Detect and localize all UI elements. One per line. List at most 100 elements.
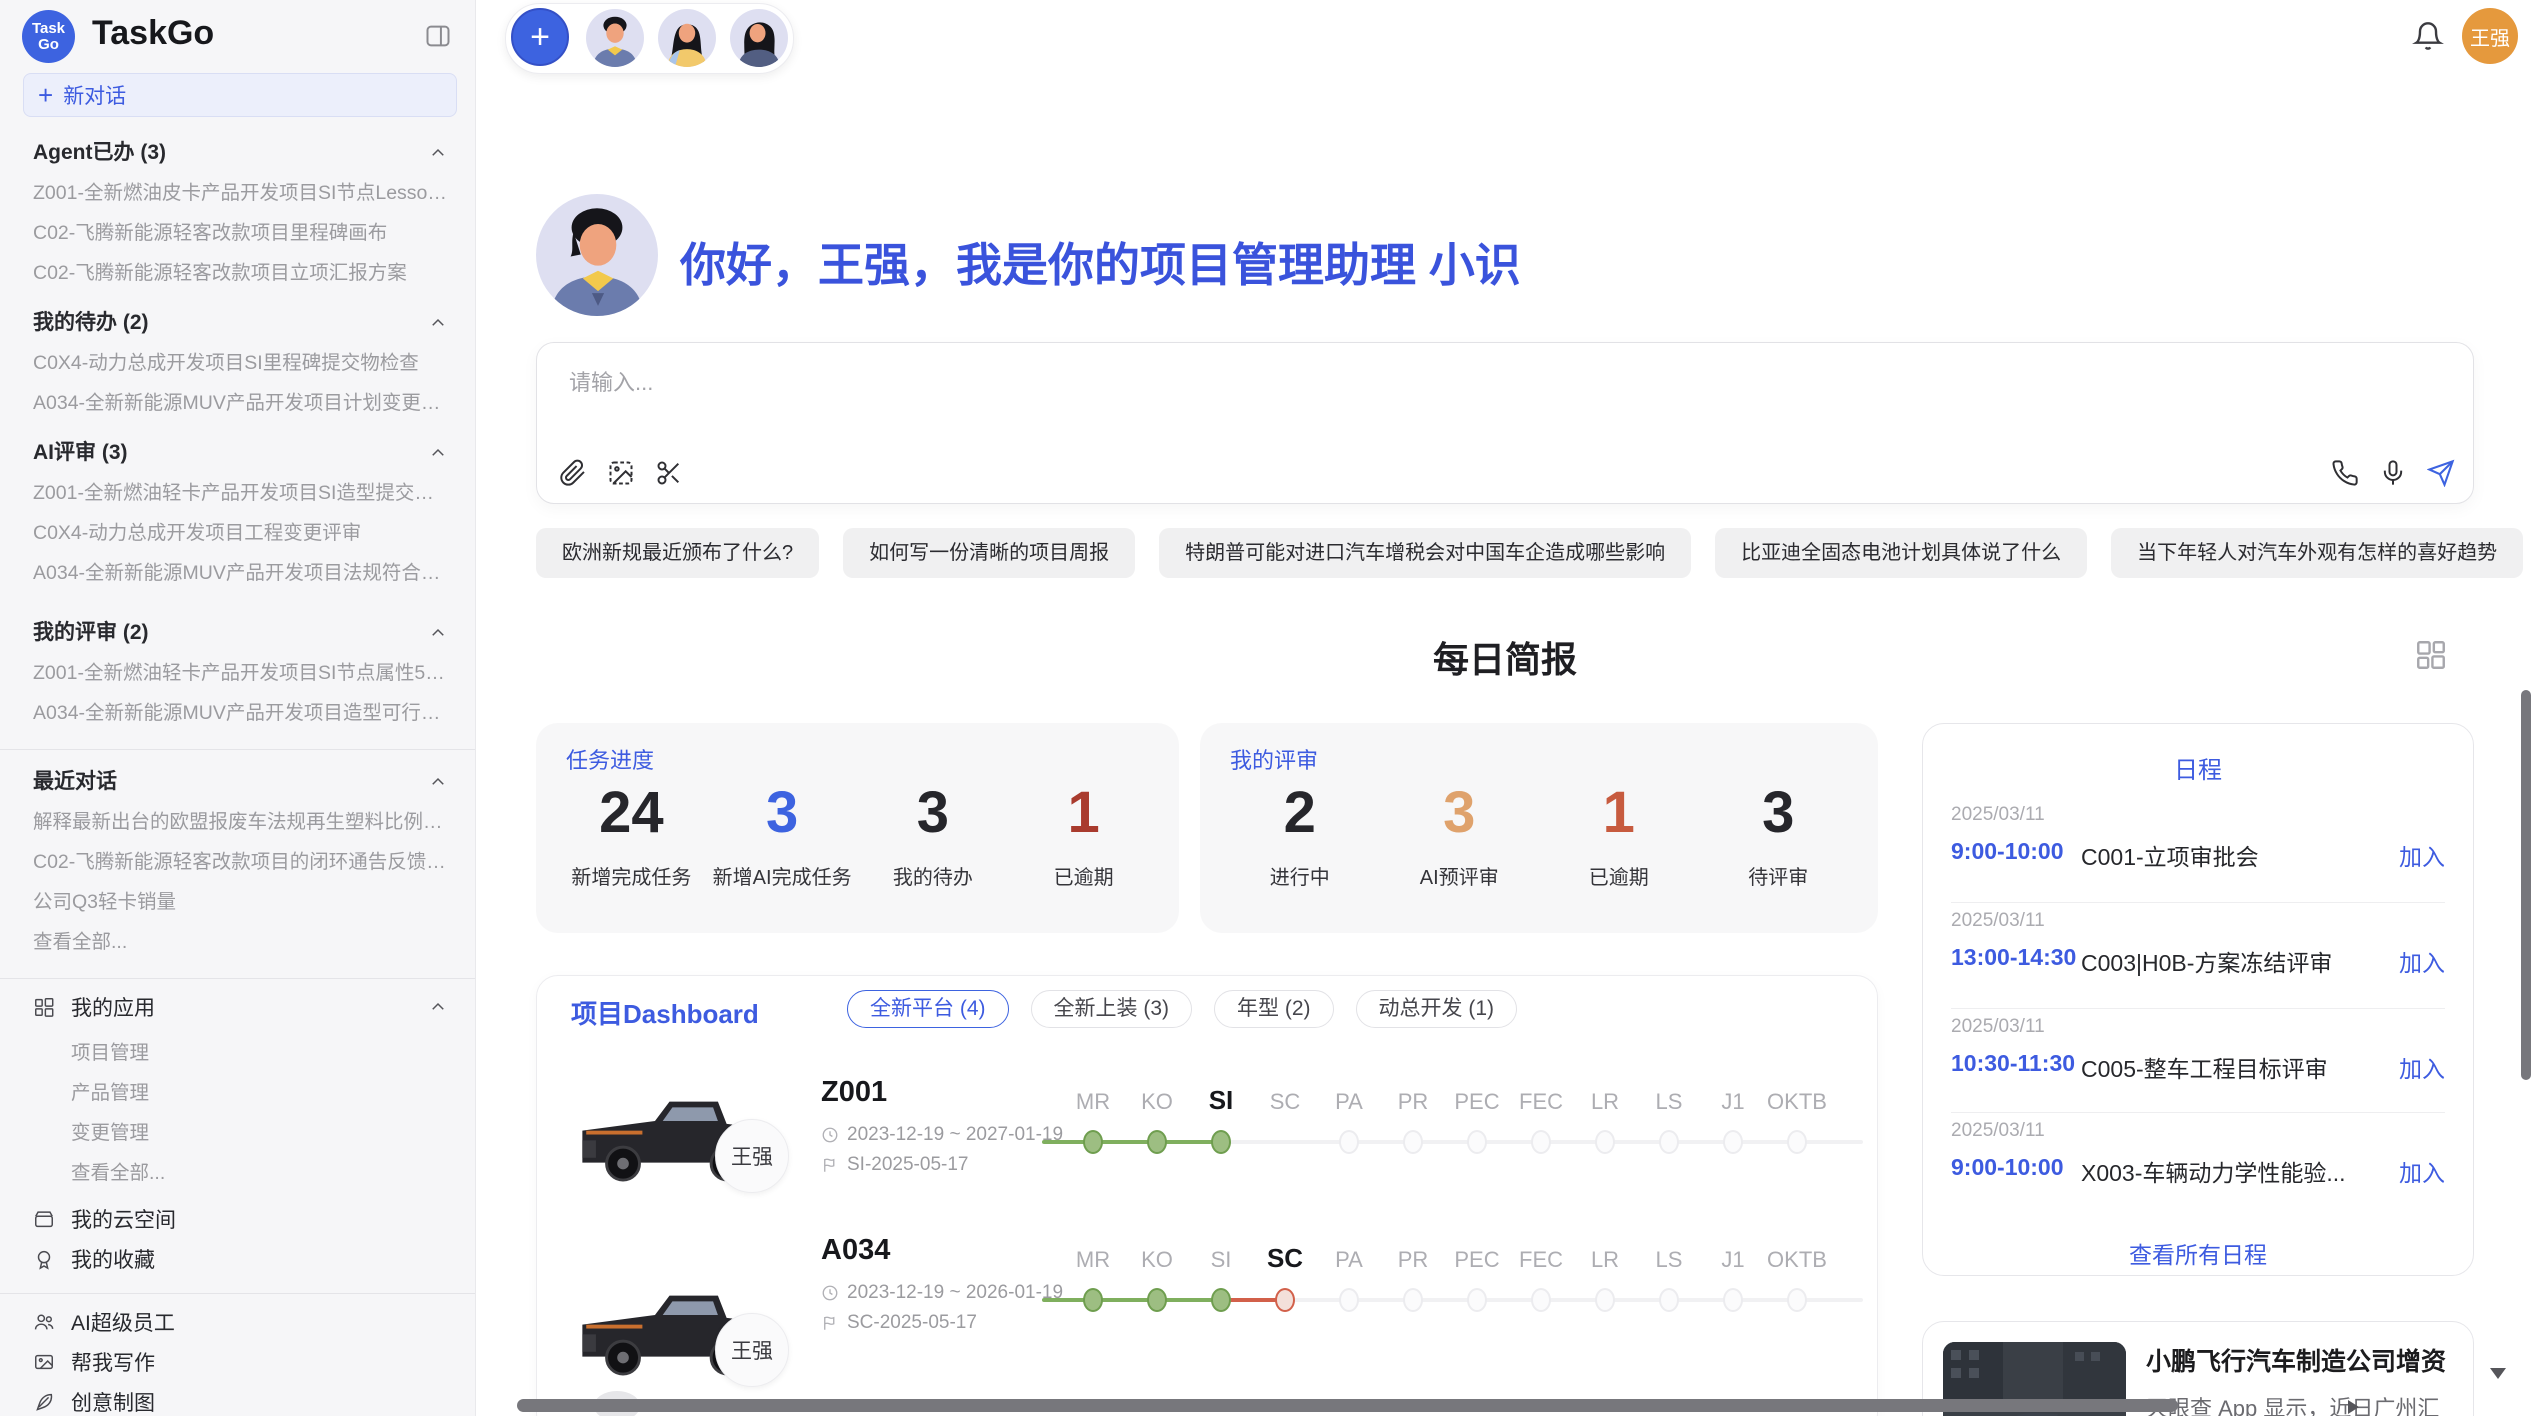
microphone-icon[interactable] bbox=[2379, 459, 2407, 487]
sidebar-item-creative-draw[interactable]: 创意制图 bbox=[0, 1382, 475, 1416]
project-owner-badge: 王强 bbox=[715, 1313, 789, 1387]
milestone-dot bbox=[1467, 1288, 1487, 1312]
list-item[interactable]: A034-全新新能源MUV产品开发项目造型可行性评审 bbox=[0, 693, 475, 733]
suggestion-chip[interactable]: 比亚迪全固态电池计划具体说了什么 bbox=[1715, 528, 2087, 578]
stat-label: 进行中 bbox=[1220, 861, 1380, 890]
list-item[interactable]: C0X4-动力总成开发项目SI里程碑提交物检查 bbox=[0, 343, 475, 383]
sidebar-item-help-write[interactable]: 帮我写作 bbox=[0, 1342, 475, 1382]
section-title: AI评审 (3) bbox=[33, 441, 128, 464]
send-icon[interactable] bbox=[2427, 459, 2455, 487]
sidebar-item-product-mgmt[interactable]: 产品管理 bbox=[0, 1073, 475, 1113]
sidebar-item-my-favorites[interactable]: 我的收藏 bbox=[0, 1239, 475, 1279]
vertical-scrollbar[interactable] bbox=[2521, 690, 2531, 1080]
chevron-up-icon[interactable] bbox=[429, 624, 447, 642]
list-item[interactable]: C0X4-动力总成开发项目工程变更评审 bbox=[0, 513, 475, 553]
chevron-up-icon[interactable] bbox=[429, 144, 447, 162]
sidebar-item-project-mgmt[interactable]: 项目管理 bbox=[0, 1033, 475, 1073]
clock-icon bbox=[821, 1126, 839, 1144]
view-all-link[interactable]: 查看全部... bbox=[0, 922, 475, 962]
user-avatar[interactable]: 王强 bbox=[2462, 8, 2518, 64]
chevron-up-icon[interactable] bbox=[429, 773, 447, 791]
schedule-event: 2025/03/11 9:00-10:00 X003-车辆动力学性能验... 加… bbox=[1951, 1120, 2445, 1184]
list-item[interactable]: C02-飞腾新能源轻客改款项目里程碑画布 bbox=[0, 213, 475, 253]
suggestion-chip[interactable]: 特朗普可能对进口汽车增税会对中国车企造成哪些影响 bbox=[1159, 528, 1691, 578]
filter-tab[interactable]: 年型 (2) bbox=[1214, 990, 1334, 1028]
notification-bell-icon[interactable] bbox=[2412, 20, 2444, 52]
scroll-right-arrow[interactable] bbox=[2348, 1400, 2359, 1414]
card-title: 任务进度 bbox=[566, 743, 654, 775]
scroll-down-arrow[interactable] bbox=[2490, 1368, 2506, 1379]
agent-avatar[interactable] bbox=[658, 9, 716, 67]
project-owner-badge: 王强 bbox=[715, 1119, 789, 1193]
join-link[interactable]: 加入 bbox=[2399, 944, 2445, 978]
assistant-avatar bbox=[536, 194, 658, 316]
schedule-card: 日程 2025/03/11 9:00-10:00 C001-立项审批会 加入 2… bbox=[1922, 723, 2474, 1276]
section-header[interactable]: AI评审 (3) bbox=[0, 433, 475, 473]
agent-avatar[interactable] bbox=[730, 9, 788, 67]
filter-tab[interactable]: 全新上装 (3) bbox=[1031, 990, 1193, 1028]
milestone-dot-overdue bbox=[1275, 1288, 1295, 1312]
list-item[interactable]: 公司Q3轻卡销量 bbox=[0, 882, 475, 922]
milestone-dot-done bbox=[1083, 1288, 1103, 1312]
new-chat-button[interactable]: + 新对话 bbox=[23, 73, 457, 117]
milestone-dot-done bbox=[1211, 1130, 1231, 1154]
project-dashboard-card: 项目Dashboard 全新平台 (4) 全新上装 (3) 年型 (2) 动总开… bbox=[536, 975, 1878, 1416]
app-window: Task Go TaskGo + 新对话 Agent已办 (3) bbox=[0, 0, 2532, 1416]
join-link[interactable]: 加入 bbox=[2399, 838, 2445, 872]
suggestion-chip[interactable]: 当下年轻人对汽车外观有怎样的喜好趋势 bbox=[2111, 528, 2523, 578]
milestone-dot bbox=[1531, 1288, 1551, 1312]
list-item[interactable]: Z001-全新燃油皮卡产品开发项目SI节点Lesson Learn报告 bbox=[0, 173, 475, 213]
stat: 1 已逾期 bbox=[1539, 781, 1699, 890]
sidebar-item-my-cloud[interactable]: 我的云空间 bbox=[0, 1199, 475, 1239]
chevron-up-icon[interactable] bbox=[429, 314, 447, 332]
sidebar-item-ai-employee[interactable]: AI超级员工 bbox=[0, 1302, 475, 1342]
chevron-up-icon[interactable] bbox=[429, 998, 447, 1016]
user-name: 王强 bbox=[2470, 22, 2510, 51]
list-item[interactable]: Z001-全新燃油轻卡产品开发项目SI节点属性5D文件评审 bbox=[0, 653, 475, 693]
milestone-dot bbox=[1659, 1130, 1679, 1154]
stat: 3 待评审 bbox=[1699, 781, 1859, 890]
milestone-dot-done bbox=[1147, 1130, 1167, 1154]
list-item[interactable]: A034-全新新能源MUV产品开发项目法规符合性评审 bbox=[0, 553, 475, 593]
section-header[interactable]: Agent已办 (3) bbox=[0, 133, 475, 173]
suggestion-chip[interactable]: 欧洲新规最近颁布了什么? bbox=[536, 528, 819, 578]
view-all-schedule-link[interactable]: 查看所有日程 bbox=[1923, 1236, 2473, 1270]
filter-tab[interactable]: 全新平台 (4) bbox=[847, 990, 1009, 1028]
section-header[interactable]: 最近对话 bbox=[0, 762, 475, 802]
my-review-card: 我的评审 2 进行中 3 AI预评审 1 已逾期 3 待评审 bbox=[1200, 723, 1878, 933]
list-item[interactable]: A034-全新新能源MUV产品开发项目计划变更表编写 bbox=[0, 383, 475, 423]
section-header[interactable]: 我的待办 (2) bbox=[0, 303, 475, 343]
view-all-link[interactable]: 查看全部... bbox=[0, 1153, 475, 1193]
list-item[interactable]: Z001-全新燃油轻卡产品开发项目SI造型提交物评审 bbox=[0, 473, 475, 513]
section-header[interactable]: 我的评审 (2) bbox=[0, 613, 475, 653]
logo-line1: Task bbox=[32, 21, 65, 37]
suggestion-chip[interactable]: 如何写一份清晰的项目周报 bbox=[843, 528, 1135, 578]
horizontal-scrollbar[interactable] bbox=[517, 1399, 2178, 1412]
image-icon[interactable] bbox=[607, 459, 635, 487]
sidebar-item-label: AI超级员工 bbox=[71, 1307, 175, 1337]
filter-tab[interactable]: 动总开发 (1) bbox=[1356, 990, 1518, 1028]
phone-icon[interactable] bbox=[2331, 459, 2359, 487]
chevron-up-icon[interactable] bbox=[429, 444, 447, 462]
divider bbox=[1951, 1008, 2445, 1009]
sidebar-item-my-apps[interactable]: 我的应用 bbox=[0, 987, 475, 1027]
list-item[interactable]: C02-飞腾新能源轻客改款项目立项汇报方案 bbox=[0, 253, 475, 293]
layout-grid-icon[interactable] bbox=[2414, 638, 2448, 672]
chat-input[interactable] bbox=[567, 363, 2171, 447]
flag-icon bbox=[821, 1314, 839, 1332]
stats-row: 2 进行中 3 AI预评审 1 已逾期 3 待评审 bbox=[1220, 781, 1858, 890]
sidebar-item-change-mgmt[interactable]: 变更管理 bbox=[0, 1113, 475, 1153]
card-title: 我的评审 bbox=[1230, 743, 1318, 775]
join-link[interactable]: 加入 bbox=[2399, 1050, 2445, 1084]
scissors-icon[interactable] bbox=[655, 459, 683, 487]
join-link[interactable]: 加入 bbox=[2399, 1154, 2445, 1188]
sidebar: Task Go TaskGo + 新对话 Agent已办 (3) bbox=[0, 0, 476, 1416]
paperclip-icon[interactable] bbox=[559, 459, 587, 487]
list-item[interactable]: 解释最新出台的欧盟报废车法规再生塑料比例被调至15%... bbox=[0, 802, 475, 842]
list-item[interactable]: C02-飞腾新能源轻客改款项目的闭环通告反馈情况 bbox=[0, 842, 475, 882]
sidebar-collapse-icon[interactable] bbox=[424, 22, 452, 50]
add-agent-button[interactable]: + bbox=[511, 8, 569, 66]
milestone-dot bbox=[1595, 1288, 1615, 1312]
agent-avatar[interactable] bbox=[586, 9, 644, 67]
stat-value: 3 bbox=[1699, 781, 1859, 845]
